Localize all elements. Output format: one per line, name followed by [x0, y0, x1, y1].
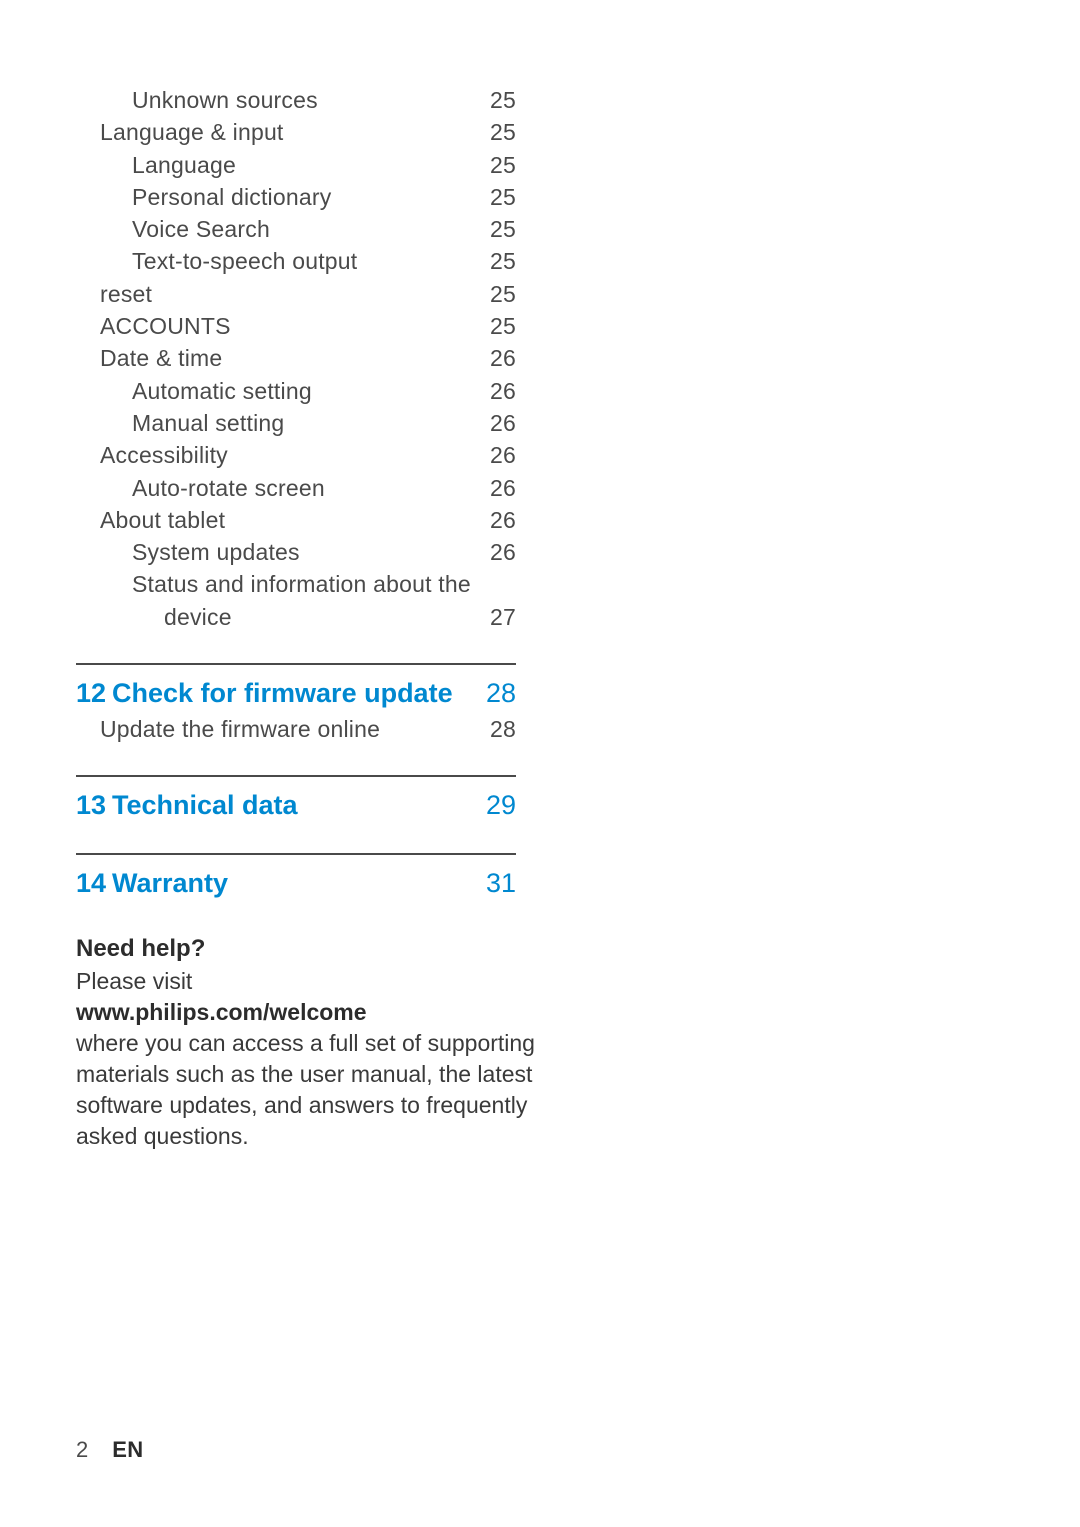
chapter-number: 14	[76, 865, 112, 901]
need-help-heading: Need help?	[76, 933, 546, 964]
toc-label: Text-to-speech output	[76, 245, 357, 277]
toc-page: 25	[480, 245, 516, 277]
toc-label: Update the firmware online	[76, 713, 380, 745]
chapter-title: Warranty	[112, 865, 476, 901]
toc-entry[interactable]: System updates 26	[76, 536, 516, 568]
toc-page: 28	[480, 713, 516, 745]
toc-sections: 12Check for firmware update28Update the …	[76, 663, 516, 901]
toc-entry[interactable]: Language & input 25	[76, 116, 516, 148]
chapter-title: Technical data	[112, 787, 476, 823]
toc-label: ACCOUNTS	[76, 310, 231, 342]
toc-label: Language	[76, 149, 236, 181]
toc-page: 27	[480, 601, 516, 633]
toc-label: System updates	[76, 536, 300, 568]
toc-page: 25	[480, 278, 516, 310]
toc-label: Unknown sources	[76, 84, 318, 116]
page: Unknown sources25Language & input25Langu…	[0, 0, 1080, 1527]
toc-label: device	[76, 601, 232, 633]
toc-entry-continued[interactable]: device 27	[76, 601, 516, 633]
toc-chapter-group: 14Warranty31	[76, 853, 516, 901]
language-code: EN	[112, 1437, 143, 1463]
toc-page: 26	[480, 375, 516, 407]
toc-entry[interactable]: ACCOUNTS 25	[76, 310, 516, 342]
toc-page: 26	[480, 439, 516, 471]
need-help-link[interactable]: www.philips.com/welcome	[76, 997, 546, 1028]
toc-list: Unknown sources25Language & input25Langu…	[76, 84, 516, 633]
page-footer: 2 EN	[76, 1437, 143, 1463]
chapter-page: 29	[476, 787, 516, 823]
toc-page: 25	[480, 149, 516, 181]
chapter-page: 31	[476, 865, 516, 901]
toc-entry[interactable]: Auto-rotate screen 26	[76, 472, 516, 504]
toc-chapter[interactable]: 13Technical data29	[76, 787, 516, 823]
toc-label: Automatic setting	[76, 375, 312, 407]
toc-label: Voice Search	[76, 213, 270, 245]
toc-label: Language & input	[76, 116, 284, 148]
toc-label: reset	[76, 278, 152, 310]
toc-label: Manual setting	[76, 407, 284, 439]
chapter-number: 13	[76, 787, 112, 823]
divider	[76, 853, 516, 855]
toc-chapter[interactable]: 14Warranty31	[76, 865, 516, 901]
toc-chapter-group: 12Check for firmware update28Update the …	[76, 663, 516, 745]
need-help-line1: Please visit	[76, 966, 546, 997]
divider	[76, 663, 516, 665]
toc-entry[interactable]: Personal dictionary 25	[76, 181, 516, 213]
toc-entry[interactable]: Unknown sources 25	[76, 84, 516, 116]
toc-page: 25	[480, 181, 516, 213]
toc-entry[interactable]: About tablet 26	[76, 504, 516, 536]
page-number: 2	[76, 1437, 88, 1463]
toc-label: Date & time	[76, 342, 222, 374]
divider	[76, 775, 516, 777]
content-column: Unknown sources25Language & input25Langu…	[76, 84, 516, 1152]
need-help-block: Need help? Please visit www.philips.com/…	[76, 933, 546, 1152]
toc-chapter[interactable]: 12Check for firmware update28	[76, 675, 516, 711]
toc-entry[interactable]: Date & time 26	[76, 342, 516, 374]
toc-entry[interactable]: Status and information about the	[76, 568, 516, 600]
toc-entry[interactable]: Text-to-speech output 25	[76, 245, 516, 277]
toc-label: Personal dictionary	[76, 181, 331, 213]
toc-page: 26	[480, 407, 516, 439]
toc-page: 25	[480, 84, 516, 116]
toc-chapter-group: 13Technical data29	[76, 775, 516, 823]
toc-page: 25	[480, 116, 516, 148]
toc-page: 25	[480, 310, 516, 342]
toc-page: 26	[480, 504, 516, 536]
toc-page: 26	[480, 342, 516, 374]
toc-label: Status and information about the	[76, 568, 471, 600]
toc-label: Accessibility	[76, 439, 228, 471]
chapter-number: 12	[76, 675, 112, 711]
toc-entry[interactable]: Voice Search 25	[76, 213, 516, 245]
toc-entry[interactable]: Automatic setting 26	[76, 375, 516, 407]
chapter-title: Check for firmware update	[112, 675, 476, 711]
toc-label: About tablet	[76, 504, 225, 536]
toc-entry[interactable]: Accessibility 26	[76, 439, 516, 471]
toc-page: 26	[480, 472, 516, 504]
toc-label: Auto-rotate screen	[76, 472, 325, 504]
toc-entry[interactable]: Update the firmware online 28	[76, 713, 516, 745]
chapter-page: 28	[476, 675, 516, 711]
toc-page: 26	[480, 536, 516, 568]
toc-page: 25	[480, 213, 516, 245]
toc-entry[interactable]: Manual setting 26	[76, 407, 516, 439]
need-help-body: where you can access a full set of suppo…	[76, 1028, 546, 1152]
toc-entry[interactable]: Language 25	[76, 149, 516, 181]
toc-entry[interactable]: reset 25	[76, 278, 516, 310]
